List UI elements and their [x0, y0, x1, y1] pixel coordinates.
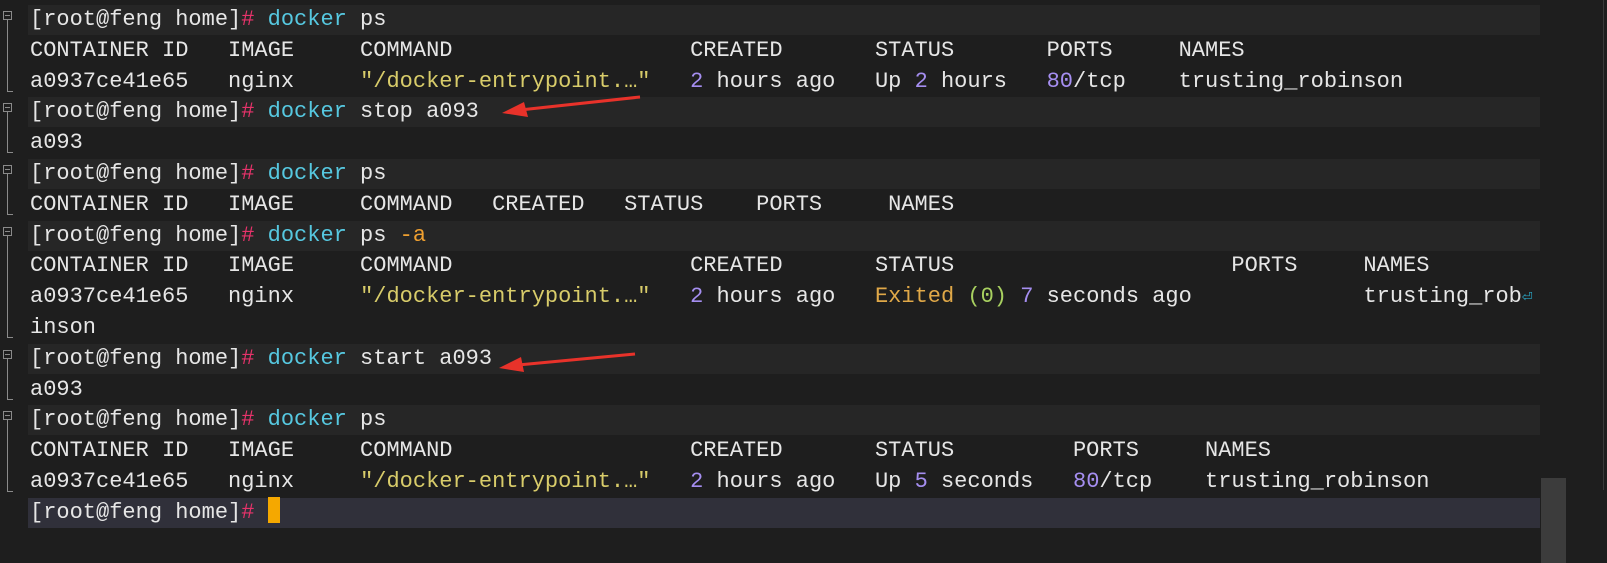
red-arrow-start [499, 352, 636, 372]
red-arrow-stop [502, 95, 641, 117]
annotation-arrows [499, 95, 641, 372]
